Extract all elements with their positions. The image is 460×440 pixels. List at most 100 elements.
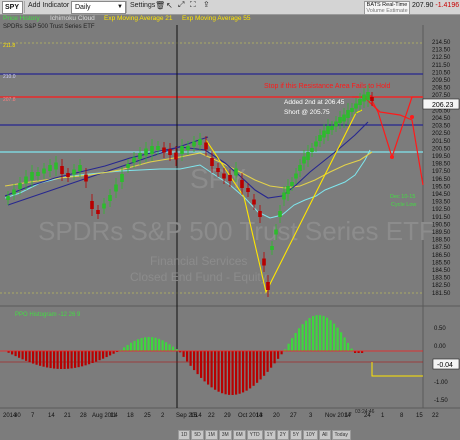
range-button[interactable]: 1D [178, 430, 191, 440]
ppo-bar [280, 351, 283, 355]
candle-body [18, 183, 22, 189]
candle-body [358, 99, 362, 105]
legend-ichimoku[interactable]: Ichimoku Cloud [50, 15, 95, 22]
ppo-bar [123, 347, 126, 351]
candle-body [162, 147, 166, 153]
ppo-bar [301, 324, 304, 351]
ppo-bar [137, 339, 140, 351]
candle-body [174, 152, 178, 160]
range-button[interactable]: YTD [246, 430, 263, 440]
ppo-bar [53, 351, 56, 369]
ppo-bar [259, 351, 262, 380]
candle-body [72, 169, 76, 175]
candle-body [126, 164, 130, 168]
range-button[interactable]: All [318, 430, 331, 440]
candle-body [362, 94, 366, 102]
ppo-bar [182, 351, 185, 357]
range-button[interactable]: 5Y [289, 430, 303, 440]
date-axis-tick: 17 [345, 413, 352, 419]
legend-price-history[interactable]: Price History [3, 15, 40, 22]
candle-body [262, 258, 266, 266]
expand-icon[interactable]: ⤢ [178, 0, 184, 10]
price-chart[interactable]: SPY SPDRs S&P 500 Trust Series ETF Finan… [0, 0, 460, 440]
ppo-bar [151, 337, 154, 351]
price-axis-tick: 194.50 [432, 192, 451, 198]
candle-body [294, 173, 298, 179]
range-button[interactable]: 1Y [263, 430, 276, 440]
ppo-bar [133, 340, 136, 351]
ppo-bar [35, 351, 38, 365]
ppo-bar [42, 351, 45, 367]
price-change: -1.4196 [435, 2, 460, 9]
range-button[interactable]: Today [331, 430, 351, 440]
add-indicator-button[interactable]: Add Indicator [28, 2, 69, 9]
candle-body [286, 186, 290, 194]
ppo-bar [263, 351, 266, 376]
ppo-bar [189, 351, 192, 366]
candle-body [168, 149, 172, 155]
price-axis-tick: 212.50 [432, 55, 451, 61]
current-price-label: 206.23 [432, 102, 454, 109]
cursor-icon[interactable]: ↖ [166, 1, 173, 10]
top-toolbar: SPY Add Indicator Daily ▼ Settings 🗑 ↖ ⤢ … [0, 0, 460, 15]
date-axis-tick: 8 [400, 413, 404, 419]
date-axis-tick: 14 [48, 413, 55, 419]
ppo-bar [252, 351, 255, 386]
range-button[interactable]: 2Y [276, 430, 289, 440]
range-button[interactable]: 10Y [303, 430, 318, 440]
trash-icon[interactable]: 🗑 [155, 1, 165, 10]
candle-body [314, 141, 318, 147]
ppo-bar [326, 317, 329, 351]
legend-ema55[interactable]: Exp Moving Average 55 [182, 15, 251, 22]
date-axis-tick: 21 [64, 413, 71, 419]
ppo-bar [186, 351, 189, 362]
last-price: 207.90 [412, 2, 434, 9]
ppo-bar [102, 351, 105, 359]
candle-body [222, 173, 226, 179]
date-axis-tick: 22 [432, 413, 439, 419]
candle-body [60, 166, 64, 174]
range-button[interactable]: 5D [191, 430, 204, 440]
entry-note: Added 2nd at 206.45 [284, 99, 345, 106]
ppo-bar [238, 351, 241, 394]
range-button[interactable]: 1M [204, 430, 218, 440]
fullscreen-icon[interactable]: ⛶ [190, 0, 196, 10]
candle-body [108, 195, 112, 201]
ppo-bar [322, 315, 325, 351]
ppo-bar [77, 351, 80, 368]
settings-button[interactable]: Settings [130, 2, 155, 9]
symbol-input[interactable]: SPY [2, 1, 23, 14]
interval-select[interactable]: Daily ▼ [71, 1, 126, 14]
range-button[interactable]: 6M [232, 430, 246, 440]
date-axis-tick: 30 [14, 413, 21, 419]
price-axis-tick: 211.50 [432, 63, 451, 69]
candle-body [346, 110, 350, 118]
legend-ema21[interactable]: Exp Moving Average 21 [104, 15, 173, 22]
price-axis-tick: 189.50 [432, 230, 451, 236]
ppo-bar [67, 351, 70, 369]
price-axis-tick: 200.50 [432, 146, 451, 152]
candle-body [298, 165, 302, 171]
price-axis-tick: 185.50 [432, 260, 451, 266]
date-axis-tick: 15 [190, 413, 197, 419]
interval-value: Daily [75, 4, 91, 11]
ppo-bar [298, 328, 301, 351]
ppo-bar [273, 351, 276, 364]
watermark-industry: Closed End Fund - Equity [130, 270, 267, 284]
share-icon[interactable]: ⇪ [203, 0, 210, 9]
price-axis-tick: 196.50 [432, 177, 451, 183]
ppo-bar [287, 343, 290, 351]
price-axis-tick: 193.50 [432, 200, 451, 206]
date-axis-tick: 25 [144, 413, 151, 419]
date-axis-tick: 24 [364, 413, 371, 419]
candle-body [84, 174, 88, 182]
ppo-bar [228, 351, 231, 395]
ppo-bar [249, 351, 252, 389]
range-button[interactable]: 3M [218, 430, 232, 440]
ppo-bar [95, 351, 98, 362]
candle-body [138, 153, 142, 159]
price-axis-tick: 199.50 [432, 154, 451, 160]
ppo-value-label: -0.04 [437, 362, 453, 369]
ppo-bar [172, 346, 175, 351]
candle-body [120, 174, 124, 182]
